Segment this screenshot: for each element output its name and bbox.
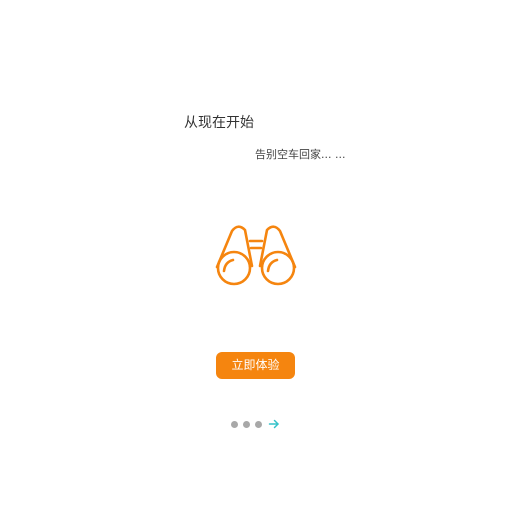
- page-dot[interactable]: [231, 420, 238, 428]
- start-experience-button[interactable]: 立即体验: [216, 352, 295, 379]
- binoculars-icon: [214, 224, 298, 288]
- page-indicator: [231, 418, 280, 430]
- page-dot[interactable]: [255, 420, 262, 428]
- onboarding-screen: 从现在开始 告别空车回家... ... 立即体验: [0, 0, 512, 512]
- page-dot[interactable]: [243, 420, 250, 428]
- arrow-right-icon[interactable]: [268, 418, 280, 430]
- intro-headline: 从现在开始: [184, 115, 254, 131]
- intro-subline: 告别空车回家... ...: [255, 148, 346, 161]
